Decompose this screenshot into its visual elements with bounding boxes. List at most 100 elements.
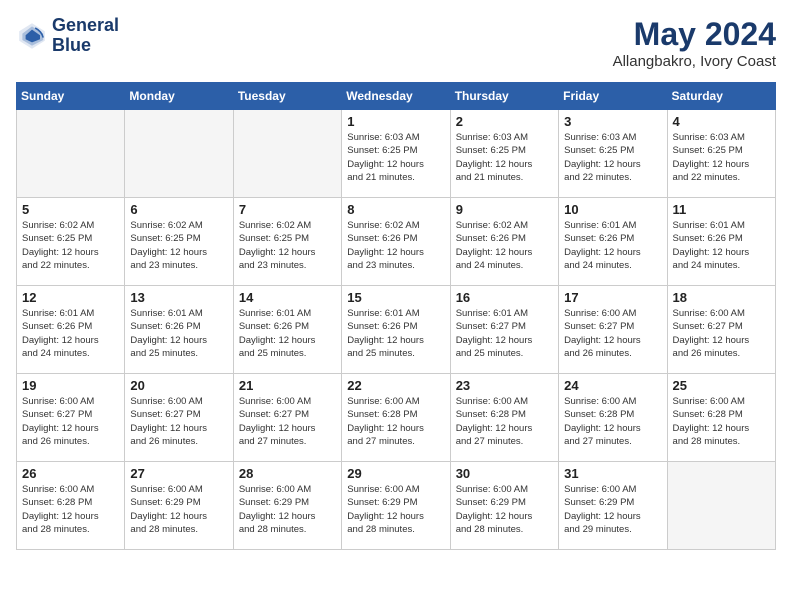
calendar-cell: 31 Sunrise: 6:00 AM Sunset: 6:29 PM Dayli… [559, 462, 667, 550]
calendar-week-4: 19 Sunrise: 6:00 AM Sunset: 6:27 PM Dayli… [17, 374, 776, 462]
day-info: Sunrise: 6:03 AM Sunset: 6:25 PM Dayligh… [347, 131, 444, 184]
day-number: 7 [239, 202, 336, 217]
calendar-table: SundayMondayTuesdayWednesdayThursdayFrid… [16, 82, 776, 550]
day-info: Sunrise: 6:00 AM Sunset: 6:28 PM Dayligh… [673, 395, 770, 448]
day-number: 1 [347, 114, 444, 129]
calendar-cell: 3 Sunrise: 6:03 AM Sunset: 6:25 PM Daylig… [559, 110, 667, 198]
day-number: 18 [673, 290, 770, 305]
page-header: General Blue May 2024 Allangbakro, Ivory… [16, 16, 776, 70]
calendar-cell [233, 110, 341, 198]
day-number: 15 [347, 290, 444, 305]
day-info: Sunrise: 6:01 AM Sunset: 6:26 PM Dayligh… [130, 307, 227, 360]
day-info: Sunrise: 6:00 AM Sunset: 6:27 PM Dayligh… [564, 307, 661, 360]
day-info: Sunrise: 6:00 AM Sunset: 6:27 PM Dayligh… [22, 395, 119, 448]
day-number: 13 [130, 290, 227, 305]
day-number: 27 [130, 466, 227, 481]
day-info: Sunrise: 6:00 AM Sunset: 6:29 PM Dayligh… [130, 483, 227, 536]
calendar-cell: 22Sunrise: 6:00 AM Sunset: 6:28 PM Dayli… [342, 374, 450, 462]
day-info: Sunrise: 6:02 AM Sunset: 6:26 PM Dayligh… [456, 219, 553, 272]
logo-text: General Blue [52, 16, 119, 56]
day-number: 19 [22, 378, 119, 393]
calendar-cell: 20 Sunrise: 6:00 AM Sunset: 6:27 PM Dayli… [125, 374, 233, 462]
day-info: Sunrise: 6:00 AM Sunset: 6:29 PM Dayligh… [456, 483, 553, 536]
day-number: 10 [564, 202, 661, 217]
calendar-cell: 24Sunrise: 6:00 AM Sunset: 6:28 PM Dayli… [559, 374, 667, 462]
calendar-week-1: 1 Sunrise: 6:03 AM Sunset: 6:25 PM Daylig… [17, 110, 776, 198]
day-info: Sunrise: 6:01 AM Sunset: 6:27 PM Dayligh… [456, 307, 553, 360]
day-number: 3 [564, 114, 661, 129]
calendar-week-3: 12 Sunrise: 6:01 AM Sunset: 6:26 PM Dayli… [17, 286, 776, 374]
day-number: 23 [456, 378, 553, 393]
day-info: Sunrise: 6:03 AM Sunset: 6:25 PM Dayligh… [456, 131, 553, 184]
calendar-cell: 14 Sunrise: 6:01 AM Sunset: 6:26 PM Dayli… [233, 286, 341, 374]
calendar-cell: 7 Sunrise: 6:02 AM Sunset: 6:25 PM Daylig… [233, 198, 341, 286]
day-info: Sunrise: 6:00 AM Sunset: 6:27 PM Dayligh… [130, 395, 227, 448]
weekday-friday: Friday [559, 83, 667, 110]
day-number: 16 [456, 290, 553, 305]
calendar-cell: 10 Sunrise: 6:01 AM Sunset: 6:26 PM Dayli… [559, 198, 667, 286]
day-info: Sunrise: 6:01 AM Sunset: 6:26 PM Dayligh… [239, 307, 336, 360]
day-info: Sunrise: 6:01 AM Sunset: 6:26 PM Dayligh… [22, 307, 119, 360]
weekday-sunday: Sunday [17, 83, 125, 110]
calendar-week-2: 5 Sunrise: 6:02 AM Sunset: 6:25 PM Daylig… [17, 198, 776, 286]
calendar-cell: 23 Sunrise: 6:00 AM Sunset: 6:28 PM Dayli… [450, 374, 558, 462]
day-number: 14 [239, 290, 336, 305]
day-number: 25 [673, 378, 770, 393]
day-number: 5 [22, 202, 119, 217]
day-info: Sunrise: 6:02 AM Sunset: 6:25 PM Dayligh… [239, 219, 336, 272]
weekday-monday: Monday [125, 83, 233, 110]
calendar-cell: 8Sunrise: 6:02 AM Sunset: 6:26 PM Daylig… [342, 198, 450, 286]
calendar-cell: 12 Sunrise: 6:01 AM Sunset: 6:26 PM Dayli… [17, 286, 125, 374]
day-number: 29 [347, 466, 444, 481]
day-number: 20 [130, 378, 227, 393]
day-info: Sunrise: 6:03 AM Sunset: 6:25 PM Dayligh… [564, 131, 661, 184]
logo-icon [16, 20, 48, 52]
calendar-cell: 25 Sunrise: 6:00 AM Sunset: 6:28 PM Dayli… [667, 374, 775, 462]
calendar-cell: 9Sunrise: 6:02 AM Sunset: 6:26 PM Daylig… [450, 198, 558, 286]
calendar-cell: 19 Sunrise: 6:00 AM Sunset: 6:27 PM Dayli… [17, 374, 125, 462]
calendar-cell [125, 110, 233, 198]
day-number: 17 [564, 290, 661, 305]
calendar-cell [667, 462, 775, 550]
calendar-cell: 13 Sunrise: 6:01 AM Sunset: 6:26 PM Dayli… [125, 286, 233, 374]
day-number: 11 [673, 202, 770, 217]
day-info: Sunrise: 6:00 AM Sunset: 6:28 PM Dayligh… [22, 483, 119, 536]
calendar-cell: 6 Sunrise: 6:02 AM Sunset: 6:25 PM Daylig… [125, 198, 233, 286]
day-number: 6 [130, 202, 227, 217]
day-info: Sunrise: 6:02 AM Sunset: 6:25 PM Dayligh… [130, 219, 227, 272]
location: Allangbakro, Ivory Coast [613, 53, 776, 70]
calendar-cell: 29 Sunrise: 6:00 AM Sunset: 6:29 PM Dayli… [342, 462, 450, 550]
calendar-week-5: 26Sunrise: 6:00 AM Sunset: 6:28 PM Dayli… [17, 462, 776, 550]
day-info: Sunrise: 6:01 AM Sunset: 6:26 PM Dayligh… [347, 307, 444, 360]
day-info: Sunrise: 6:00 AM Sunset: 6:27 PM Dayligh… [673, 307, 770, 360]
calendar-cell: 5 Sunrise: 6:02 AM Sunset: 6:25 PM Daylig… [17, 198, 125, 286]
day-info: Sunrise: 6:00 AM Sunset: 6:27 PM Dayligh… [239, 395, 336, 448]
calendar-cell: 30Sunrise: 6:00 AM Sunset: 6:29 PM Dayli… [450, 462, 558, 550]
day-number: 12 [22, 290, 119, 305]
day-info: Sunrise: 6:00 AM Sunset: 6:29 PM Dayligh… [239, 483, 336, 536]
calendar-body: 1 Sunrise: 6:03 AM Sunset: 6:25 PM Daylig… [17, 110, 776, 550]
calendar-cell: 28 Sunrise: 6:00 AM Sunset: 6:29 PM Dayli… [233, 462, 341, 550]
calendar-cell: 2Sunrise: 6:03 AM Sunset: 6:25 PM Daylig… [450, 110, 558, 198]
day-number: 28 [239, 466, 336, 481]
day-info: Sunrise: 6:00 AM Sunset: 6:28 PM Dayligh… [564, 395, 661, 448]
day-number: 21 [239, 378, 336, 393]
calendar-cell: 15 Sunrise: 6:01 AM Sunset: 6:26 PM Dayli… [342, 286, 450, 374]
weekday-tuesday: Tuesday [233, 83, 341, 110]
day-number: 8 [347, 202, 444, 217]
day-info: Sunrise: 6:01 AM Sunset: 6:26 PM Dayligh… [564, 219, 661, 272]
weekday-thursday: Thursday [450, 83, 558, 110]
day-info: Sunrise: 6:01 AM Sunset: 6:26 PM Dayligh… [673, 219, 770, 272]
calendar-cell: 11 Sunrise: 6:01 AM Sunset: 6:26 PM Dayli… [667, 198, 775, 286]
calendar-cell: 27 Sunrise: 6:00 AM Sunset: 6:29 PM Dayli… [125, 462, 233, 550]
day-number: 31 [564, 466, 661, 481]
day-info: Sunrise: 6:02 AM Sunset: 6:25 PM Dayligh… [22, 219, 119, 272]
weekday-header-row: SundayMondayTuesdayWednesdayThursdayFrid… [17, 83, 776, 110]
day-info: Sunrise: 6:00 AM Sunset: 6:29 PM Dayligh… [347, 483, 444, 536]
day-info: Sunrise: 6:00 AM Sunset: 6:28 PM Dayligh… [456, 395, 553, 448]
day-info: Sunrise: 6:03 AM Sunset: 6:25 PM Dayligh… [673, 131, 770, 184]
logo: General Blue [16, 16, 119, 56]
title-block: May 2024 Allangbakro, Ivory Coast [613, 16, 776, 70]
day-info: Sunrise: 6:00 AM Sunset: 6:29 PM Dayligh… [564, 483, 661, 536]
weekday-saturday: Saturday [667, 83, 775, 110]
